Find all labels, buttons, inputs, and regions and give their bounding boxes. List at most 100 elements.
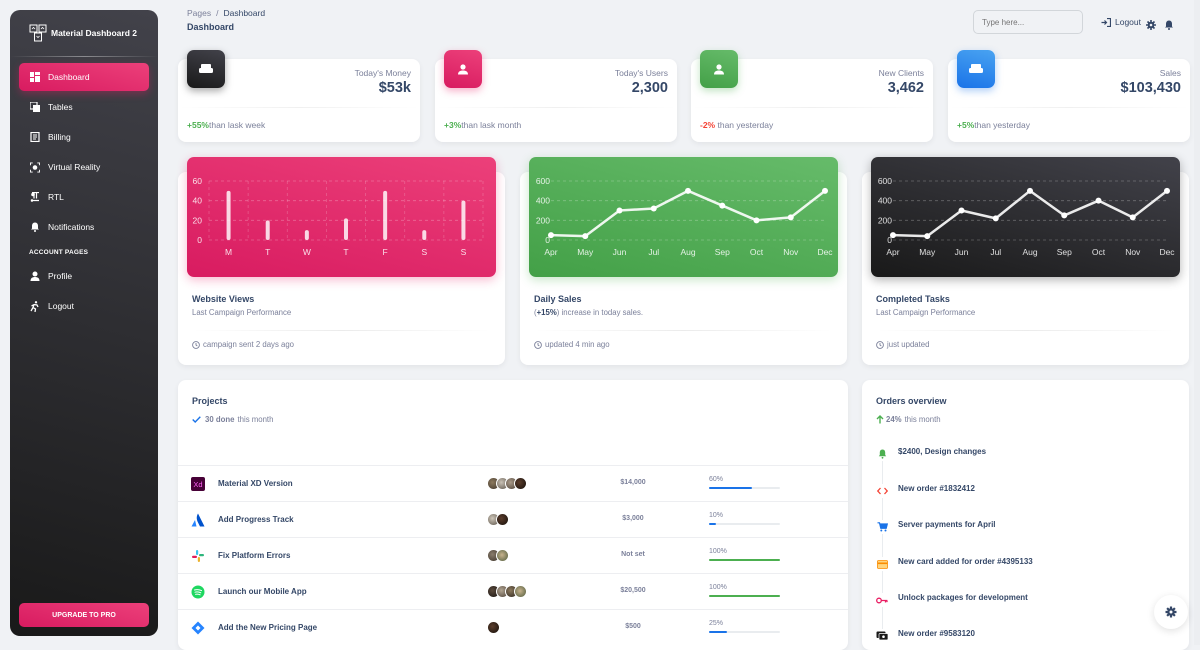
- sidebar-item-rtl[interactable]: RTL: [19, 183, 149, 211]
- y-tick-label: 600: [878, 176, 892, 186]
- completed-tasks-chart: 0 200 400 600 Apr May Jun Jul Aug Sep Oct Nov Dec: [871, 157, 1180, 277]
- project-progress-bar: [709, 523, 780, 525]
- divider: [178, 107, 420, 108]
- projects-card: Projects 30 done this month Xd Material …: [178, 380, 848, 650]
- sidebar-item-billing[interactable]: Billing: [19, 123, 149, 151]
- progress-fill: [709, 487, 752, 489]
- x-tick-label: Nov: [1125, 247, 1141, 257]
- orders-growth-suffix: this month: [904, 415, 941, 424]
- x-tick-label: M: [225, 247, 232, 257]
- timeline-text: Unlock packages for development: [898, 593, 1028, 602]
- data-point: [1164, 187, 1170, 194]
- data-point: [1027, 187, 1033, 194]
- view-in-ar-icon: [30, 162, 40, 172]
- y-tick-label: 200: [536, 215, 550, 225]
- format-textdirection-icon: [30, 192, 40, 202]
- divider: [876, 330, 1175, 331]
- search-input[interactable]: [973, 10, 1083, 34]
- chart-title: Daily Sales: [534, 294, 582, 304]
- notifications-bell-icon[interactable]: [1164, 17, 1174, 35]
- project-name: Add the New Pricing Page: [218, 623, 318, 632]
- x-tick-label: Sep: [1057, 247, 1072, 257]
- stat-footer: +55%than lask week: [187, 120, 265, 130]
- configurator-button[interactable]: [1154, 595, 1188, 629]
- data-point: [890, 232, 896, 239]
- sidebar-item-label: RTL: [48, 192, 64, 202]
- x-tick-label: Dec: [1159, 247, 1175, 257]
- credit-card-icon: [874, 557, 890, 571]
- project-completion-label: 60%: [709, 476, 724, 483]
- website-views-chart: 0 20 40 60 M T W T F S S: [187, 157, 496, 277]
- stat-card-todays-users: Today's Users 2,300 +3%than lask month: [435, 50, 677, 142]
- data-point: [1129, 214, 1136, 221]
- stat-change: +5%: [957, 120, 975, 130]
- project-row[interactable]: Add the New Pricing Page $500 25%: [178, 609, 848, 645]
- slack-logo-icon: [192, 550, 204, 562]
- member-avatar[interactable]: [514, 585, 527, 598]
- project-row[interactable]: Launch our Mobile App $20,500 100%: [178, 573, 848, 609]
- project-progress-bar: [709, 595, 780, 597]
- sidebar-item-logout[interactable]: Logout: [19, 292, 149, 320]
- project-row[interactable]: Fix Platform Errors Not set 100%: [178, 537, 848, 573]
- timeline-item[interactable]: $2400, Design changes: [874, 447, 986, 461]
- x-tick-label: May: [577, 247, 594, 257]
- stat-card-todays-money: Today's Money $53k +55%than lask week: [178, 50, 420, 142]
- x-tick-label: W: [303, 247, 311, 257]
- stat-value: 3,462: [887, 80, 924, 96]
- sidebar-item-profile[interactable]: Profile: [19, 262, 149, 290]
- project-progress-bar: [709, 631, 780, 633]
- stat-card-new-clients: New Clients 3,462 -2% than yesterday: [691, 50, 933, 142]
- weekend-icon: [957, 50, 995, 88]
- code-icon: [874, 484, 890, 498]
- sidebar-item-tables[interactable]: Tables: [19, 93, 149, 121]
- projects-subtitle: 30 done this month: [192, 415, 273, 424]
- brand[interactable]: Material Dashboard 2: [10, 10, 158, 56]
- cart-icon: [874, 520, 890, 534]
- page-scrollbar[interactable]: [1194, 0, 1200, 645]
- breadcrumb-root[interactable]: Pages: [187, 8, 211, 18]
- sidebar-divider: [10, 56, 158, 57]
- stat-label: Sales: [1159, 68, 1181, 78]
- progress-fill: [709, 631, 727, 633]
- project-row[interactable]: Xd Material XD Version $14,000 60%: [178, 465, 848, 501]
- project-members: [487, 585, 527, 598]
- timeline-item[interactable]: New order #1832412: [874, 484, 975, 498]
- y-tick-label: 20: [193, 215, 203, 225]
- person-icon: [700, 50, 738, 88]
- check-icon: [192, 416, 201, 423]
- x-tick-label: Jun: [955, 247, 969, 257]
- bar: [422, 230, 427, 240]
- sidebar-item-virtual-reality[interactable]: Virtual Reality: [19, 153, 149, 181]
- settings-icon[interactable]: [1146, 17, 1156, 35]
- sidebar-item-dashboard[interactable]: Dashboard: [19, 63, 149, 91]
- project-row[interactable]: Add Progress Track $3,000 10%: [178, 501, 848, 537]
- project-name: Fix Platform Errors: [218, 551, 291, 560]
- x-tick-label: Apr: [544, 247, 557, 257]
- timeline-item[interactable]: New order #9583120: [874, 629, 975, 643]
- chart-subtitle: Last Campaign Performance: [192, 308, 292, 317]
- member-avatar[interactable]: [496, 549, 509, 562]
- daily-sales-chart: 0 200 400 600 Apr May Jun Jul Aug Sep Oct Nov Dec: [529, 157, 838, 277]
- data-point: [719, 202, 726, 209]
- upgrade-to-pro-button[interactable]: UPGRADE TO PRO: [19, 603, 149, 627]
- x-tick-label: Aug: [680, 247, 695, 257]
- x-tick-label: Jul: [990, 247, 1001, 257]
- member-avatar[interactable]: [487, 621, 500, 634]
- data-point: [548, 232, 554, 239]
- chart-footer: updated 4 min ago: [534, 340, 610, 349]
- logout-button[interactable]: Logout: [1101, 17, 1141, 27]
- timeline-item[interactable]: Unlock packages for development: [874, 593, 1028, 607]
- x-tick-label: Sep: [715, 247, 730, 257]
- member-avatar[interactable]: [514, 477, 527, 490]
- sidebar-item-label: Profile: [48, 271, 73, 281]
- adobe-xd-logo-icon: Xd: [191, 477, 205, 491]
- member-avatar[interactable]: [496, 513, 509, 526]
- sidebar-item-notifications[interactable]: Notifications: [19, 213, 149, 241]
- data-point: [616, 207, 623, 214]
- timeline-item[interactable]: Server payments for April: [874, 520, 996, 534]
- timeline-item[interactable]: New card added for order #4395133: [874, 557, 1033, 571]
- topbar: Pages/Dashboard Dashboard Logout: [187, 8, 1180, 38]
- stat-card-sales: Sales $103,430 +5%than yesterday: [948, 50, 1190, 142]
- stat-change: +55%: [187, 120, 209, 130]
- project-name: Launch our Mobile App: [218, 587, 307, 596]
